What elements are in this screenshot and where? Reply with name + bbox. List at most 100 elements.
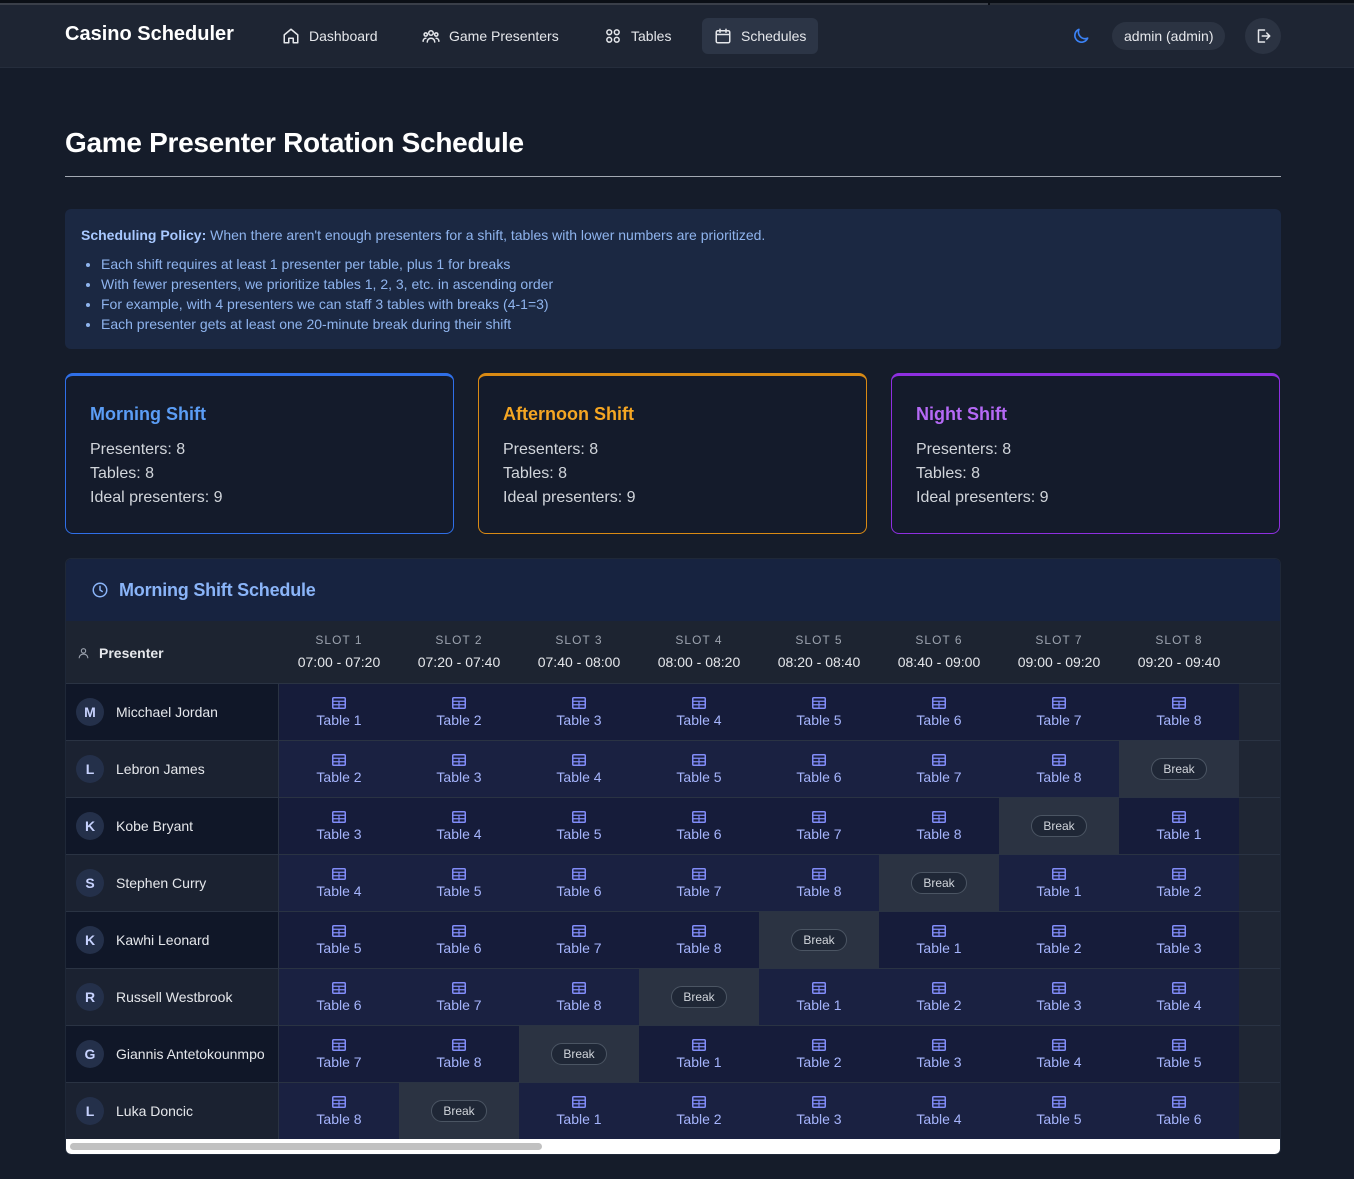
assignment-cell[interactable]: Table 4 <box>999 1026 1119 1082</box>
assignment-cell[interactable]: Table 4 <box>519 741 639 797</box>
assignment-cell[interactable]: Table 3 <box>999 969 1119 1025</box>
assignment-cell[interactable]: Table 3 <box>279 798 399 854</box>
break-cell[interactable]: Break <box>399 1083 519 1139</box>
assignment-cell[interactable]: Table 1 <box>279 684 399 740</box>
assignment-cell[interactable]: Table 5 <box>639 741 759 797</box>
assignment-cell[interactable]: Table 6 <box>519 855 639 911</box>
assignment-cell[interactable]: Table 2 <box>999 912 1119 968</box>
assignment-cell[interactable]: Table 4 <box>639 684 759 740</box>
assignment-cell[interactable]: Table 8 <box>279 1083 399 1139</box>
presenter-name: Giannis Antetokounmpo <box>116 1046 265 1062</box>
assignment-cell[interactable]: Table 6 <box>759 741 879 797</box>
assignment-cell[interactable]: Table 6 <box>639 798 759 854</box>
morning-shift-card[interactable]: Morning Shift Presenters: 8 Tables: 8 Id… <box>65 373 454 534</box>
assignment-cell[interactable]: Table 2 <box>1119 855 1239 911</box>
assignment-cell[interactable]: Table 5 <box>399 855 519 911</box>
nav-dashboard[interactable]: Dashboard <box>270 18 390 54</box>
presenter-cell[interactable]: M Micchael Jordan <box>66 684 279 740</box>
nav-schedules[interactable]: Schedules <box>702 18 819 54</box>
overflow-cell[interactable] <box>1239 912 1280 968</box>
logout-button[interactable] <box>1245 18 1281 54</box>
user-badge[interactable]: admin (admin) <box>1112 22 1226 50</box>
overflow-cell[interactable] <box>1239 855 1280 911</box>
slot-time: 07:40 - 08:00 <box>537 654 621 670</box>
schedule-table[interactable]: Presenter SLOT 1 07:00 - 07:20 SLOT 2 07:20… <box>66 621 1280 1139</box>
assignment-cell[interactable]: Table 5 <box>1119 1026 1239 1082</box>
assignment-cell[interactable]: Table 4 <box>1119 969 1239 1025</box>
assignment-cell[interactable]: Table 1 <box>639 1026 759 1082</box>
overflow-cell[interactable] <box>1239 1026 1280 1082</box>
overflow-cell[interactable] <box>1239 969 1280 1025</box>
assignment-cell[interactable]: Table 2 <box>759 1026 879 1082</box>
table-label: Table 6 <box>916 711 962 728</box>
assignment-cell[interactable]: Table 7 <box>879 741 999 797</box>
table-label: Table 8 <box>916 825 962 842</box>
moon-icon[interactable] <box>1071 26 1091 46</box>
presenter-cell[interactable]: S Stephen Curry <box>66 855 279 911</box>
scrollbar-thumb[interactable] <box>70 1143 542 1150</box>
assignment-cell[interactable]: Table 1 <box>879 912 999 968</box>
assignment-cell[interactable]: Table 3 <box>519 684 639 740</box>
assignment-cell[interactable]: Table 1 <box>999 855 1119 911</box>
assignment-cell[interactable]: Table 6 <box>1119 1083 1239 1139</box>
overflow-cell[interactable] <box>1239 741 1280 797</box>
presenter-cell[interactable]: G Giannis Antetokounmpo <box>66 1026 279 1082</box>
assignment-cell[interactable]: Table 2 <box>639 1083 759 1139</box>
break-cell[interactable]: Break <box>639 969 759 1025</box>
assignment-cell[interactable]: Table 5 <box>759 684 879 740</box>
afternoon-shift-card[interactable]: Afternoon Shift Presenters: 8 Tables: 8 … <box>478 373 867 534</box>
assignment-cell[interactable]: Table 8 <box>399 1026 519 1082</box>
assignment-cell[interactable]: Table 5 <box>279 912 399 968</box>
assignment-cell[interactable]: Table 2 <box>399 684 519 740</box>
app-title[interactable]: Casino Scheduler <box>65 23 234 46</box>
assignment-cell[interactable]: Table 4 <box>399 798 519 854</box>
overflow-cell[interactable] <box>1239 798 1280 854</box>
assignment-cell[interactable]: Table 7 <box>399 969 519 1025</box>
assignment-cell[interactable]: Table 8 <box>1119 684 1239 740</box>
nav-tables[interactable]: Tables <box>592 18 683 54</box>
break-cell[interactable]: Break <box>1119 741 1239 797</box>
assignment-cell[interactable]: Table 2 <box>879 969 999 1025</box>
assignment-cell[interactable]: Table 2 <box>279 741 399 797</box>
presenter-cell[interactable]: L Lebron James <box>66 741 279 797</box>
assignment-cell[interactable]: Table 7 <box>759 798 879 854</box>
overflow-cell[interactable] <box>1239 1083 1280 1139</box>
assignment-cell[interactable]: Table 8 <box>639 912 759 968</box>
presenter-cell[interactable]: K Kawhi Leonard <box>66 912 279 968</box>
assignment-cell[interactable]: Table 6 <box>279 969 399 1025</box>
assignment-cell[interactable]: Table 7 <box>519 912 639 968</box>
assignment-cell[interactable]: Table 4 <box>879 1083 999 1139</box>
assignment-cell[interactable]: Table 7 <box>639 855 759 911</box>
table-label: Table 2 <box>916 996 962 1013</box>
break-cell[interactable]: Break <box>879 855 999 911</box>
assignment-cell[interactable]: Table 4 <box>279 855 399 911</box>
assignment-cell[interactable]: Table 5 <box>999 1083 1119 1139</box>
presenter-cell[interactable]: R Russell Westbrook <box>66 969 279 1025</box>
overflow-cell[interactable] <box>1239 684 1280 740</box>
assignment-cell[interactable]: Table 7 <box>999 684 1119 740</box>
presenter-cell[interactable]: K Kobe Bryant <box>66 798 279 854</box>
assignment-cell[interactable]: Table 3 <box>399 741 519 797</box>
assignment-cell[interactable]: Table 7 <box>279 1026 399 1082</box>
assignment-cell[interactable]: Table 6 <box>399 912 519 968</box>
horizontal-scrollbar[interactable] <box>66 1139 1280 1154</box>
break-cell[interactable]: Break <box>519 1026 639 1082</box>
assignment-cell[interactable]: Table 1 <box>759 969 879 1025</box>
assignment-cell[interactable]: Table 8 <box>999 741 1119 797</box>
assignment-cell[interactable]: Table 1 <box>1119 798 1239 854</box>
presenter-cell[interactable]: L Luka Doncic <box>66 1083 279 1139</box>
break-cell[interactable]: Break <box>999 798 1119 854</box>
assignment-cell[interactable]: Table 5 <box>519 798 639 854</box>
assignment-cell[interactable]: Table 8 <box>879 798 999 854</box>
assignment-cell[interactable]: Table 8 <box>759 855 879 911</box>
night-shift-card[interactable]: Night Shift Presenters: 8 Tables: 8 Idea… <box>891 373 1280 534</box>
assignment-cell[interactable]: Table 3 <box>1119 912 1239 968</box>
nav-game-presenters[interactable]: Game Presenters <box>410 18 571 54</box>
assignment-cell[interactable]: Table 8 <box>519 969 639 1025</box>
assignment-cell[interactable]: Table 6 <box>879 684 999 740</box>
slot-time: 09:00 - 09:20 <box>1017 654 1101 670</box>
assignment-cell[interactable]: Table 1 <box>519 1083 639 1139</box>
break-cell[interactable]: Break <box>759 912 879 968</box>
assignment-cell[interactable]: Table 3 <box>759 1083 879 1139</box>
assignment-cell[interactable]: Table 3 <box>879 1026 999 1082</box>
